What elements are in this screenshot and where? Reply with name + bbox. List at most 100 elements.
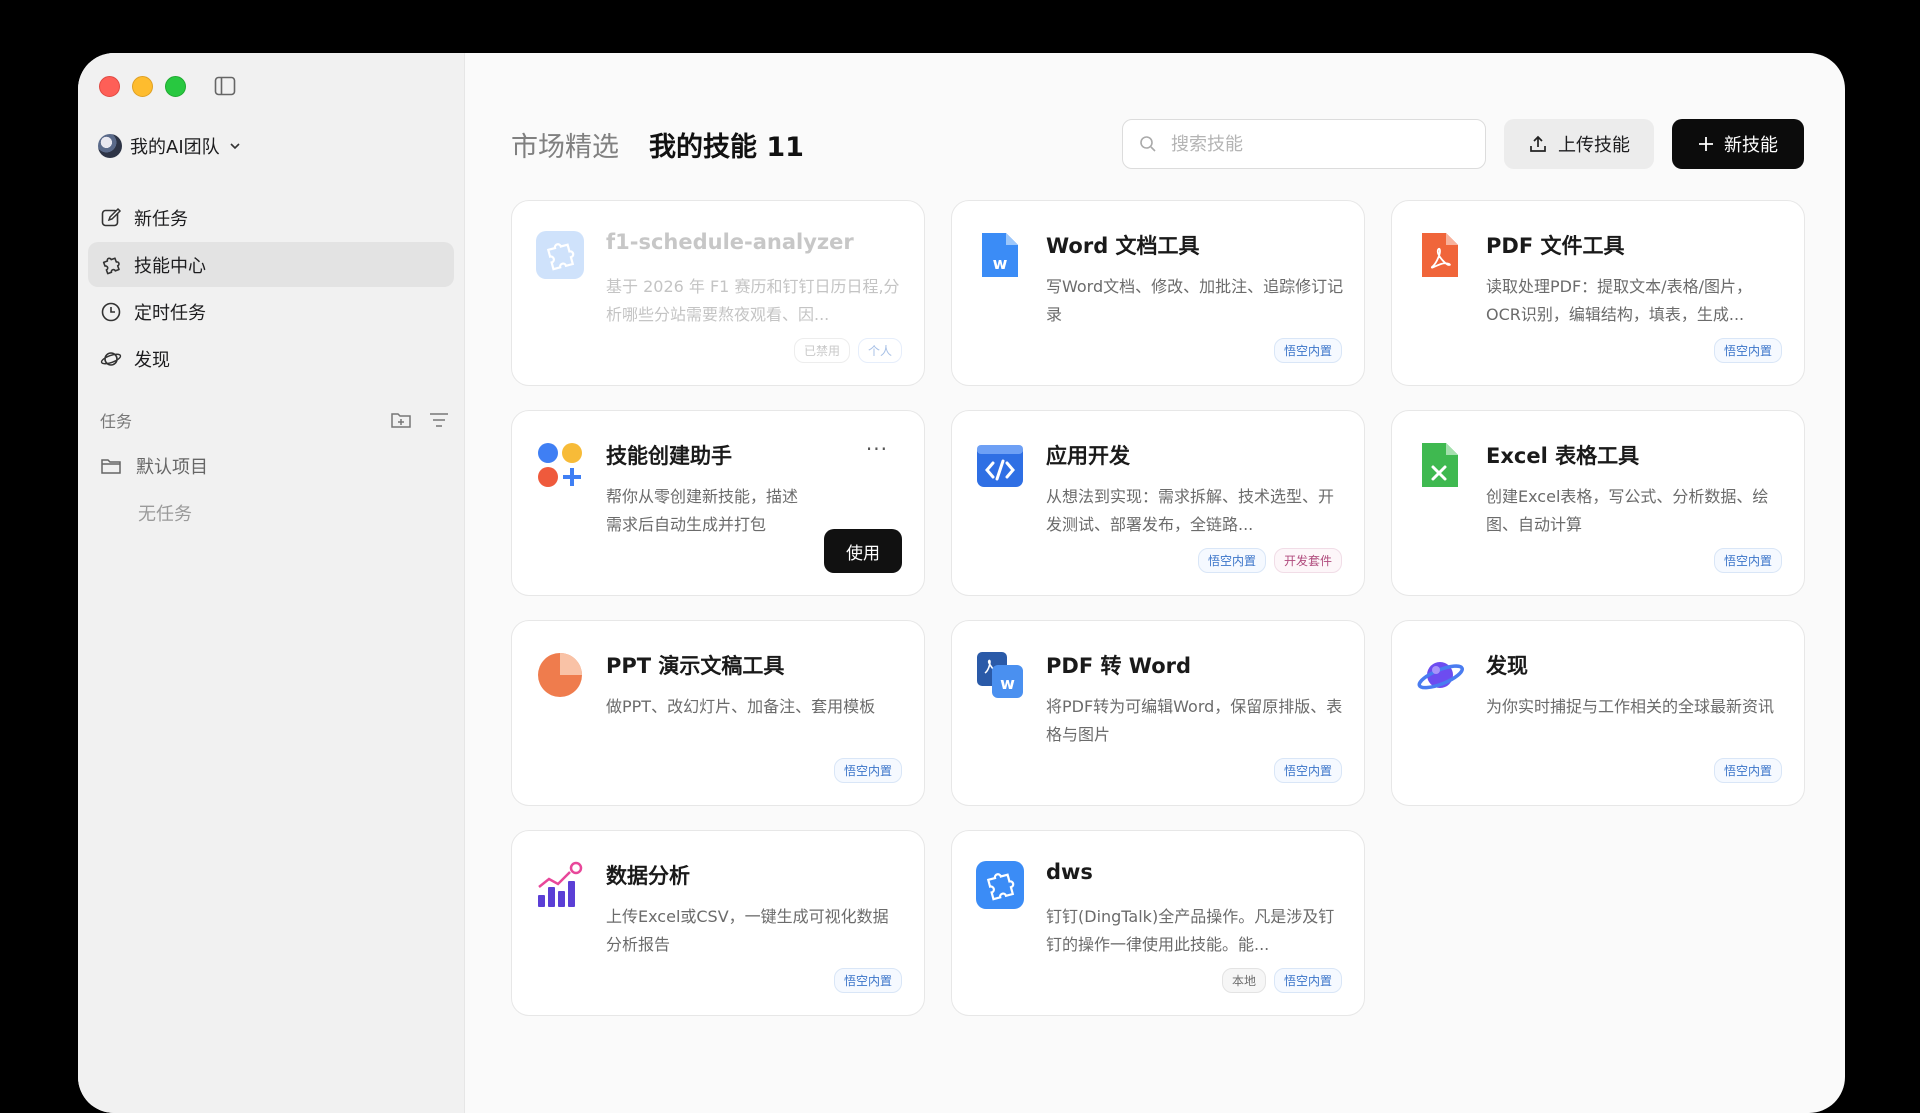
tasks-section-header: 任务 bbox=[100, 408, 450, 432]
skill-card-app-dev[interactable]: 应用开发 从想法到实现：需求拆解、技术选型、开发测试、部署发布，全链路... 悟… bbox=[951, 410, 1365, 596]
team-name: 我的AI团队 bbox=[130, 137, 220, 158]
planet-icon bbox=[100, 351, 122, 366]
search-input[interactable] bbox=[1169, 132, 1453, 156]
plus-icon bbox=[1699, 137, 1713, 151]
puzzle-icon bbox=[102, 256, 120, 274]
skill-tags: 悟空内置 bbox=[833, 758, 902, 783]
skill-title: PDF 转 Word bbox=[1046, 654, 1192, 678]
sidebar-toggle-icon[interactable] bbox=[214, 76, 236, 100]
skill-tags: 已禁用 个人 bbox=[793, 338, 902, 363]
sidebar-item-skill-center[interactable]: 技能中心 bbox=[88, 242, 454, 287]
puzzle-icon bbox=[536, 231, 584, 279]
puzzle-icon bbox=[976, 861, 1024, 909]
empty-tasks-text: 无任务 bbox=[138, 504, 192, 525]
skill-tags: 悟空内置 开发套件 bbox=[1197, 548, 1342, 573]
sidebar-item-label: 定时任务 bbox=[134, 302, 206, 324]
skill-tags: 本地 悟空内置 bbox=[1221, 968, 1342, 993]
skill-card-ppt[interactable]: PPT 演示文稿工具 做PPT、改幻灯片、加备注、套用模板 悟空内置 bbox=[511, 620, 925, 806]
tab-my-skills[interactable]: 我的技能 11 bbox=[649, 125, 804, 164]
skill-card-f1-schedule-analyzer[interactable]: f1-schedule-analyzer 基于 2026 年 F1 赛历和钉钉日… bbox=[511, 200, 925, 386]
skill-card-excel[interactable]: Excel 表格工具 创建Excel表格，写公式、分析数据、绘图、自动计算 悟空… bbox=[1391, 410, 1805, 596]
more-options-icon[interactable]: ··· bbox=[866, 437, 888, 461]
maximize-window-button[interactable] bbox=[165, 76, 186, 97]
minimize-window-button[interactable] bbox=[132, 76, 153, 97]
builtin-badge: 悟空内置 bbox=[1713, 548, 1782, 573]
svg-text:w: w bbox=[993, 254, 1008, 273]
sidebar-item-discover[interactable]: 发现 bbox=[88, 336, 454, 381]
skill-description: 从想法到实现：需求拆解、技术选型、开发测试、部署发布，全链路... bbox=[1046, 487, 1335, 534]
sidebar-item-new-task[interactable]: 新任务 bbox=[88, 195, 454, 240]
skill-description: 创建Excel表格，写公式、分析数据、绘图、自动计算 bbox=[1486, 487, 1769, 534]
close-window-button[interactable] bbox=[99, 76, 120, 97]
local-badge: 本地 bbox=[1221, 968, 1266, 993]
skill-card-discover[interactable]: 发现 为你实时捕捉与工作相关的全球最新资讯 悟空内置 bbox=[1391, 620, 1805, 806]
skill-card-data-analysis[interactable]: 数据分析 上传Excel或CSV，一键生成可视化数据分析报告 悟空内置 bbox=[511, 830, 925, 1016]
skill-title: 应用开发 bbox=[1046, 444, 1130, 468]
search-icon bbox=[1140, 136, 1156, 152]
builtin-badge: 悟空内置 bbox=[1273, 338, 1342, 363]
upload-skill-button[interactable]: 上传技能 bbox=[1504, 119, 1654, 169]
use-button[interactable]: 使用 bbox=[824, 529, 902, 573]
builtin-badge: 悟空内置 bbox=[1273, 758, 1342, 783]
skill-description: 基于 2026 年 F1 赛历和钉钉日历日程,分析哪些分站需要熬夜观看、因... bbox=[606, 277, 900, 324]
team-selector[interactable]: 我的AI团队 bbox=[98, 133, 242, 159]
word-doc-icon: w bbox=[982, 233, 1018, 277]
avatar bbox=[98, 134, 122, 158]
builtin-badge: 悟空内置 bbox=[1713, 338, 1782, 363]
skill-description: 读取处理PDF：提取文本/表格/图片，OCR识别，编辑结构，填表，生成... bbox=[1486, 277, 1752, 324]
search-box[interactable] bbox=[1122, 119, 1486, 169]
tabs: 市场精选 我的技能 11 bbox=[511, 125, 804, 164]
skill-card-skill-creator[interactable]: 技能创建助手 ··· 帮你从零创建新技能，描述需求后自动生成并打包 使用 bbox=[511, 410, 925, 596]
status-badge: 已禁用 bbox=[793, 338, 850, 363]
sidebar: 我的AI团队 新任务 技能中心 定时任务 发现 任务 默认项目 无任务 bbox=[78, 53, 465, 1113]
skill-title: f1-schedule-analyzer bbox=[606, 230, 854, 254]
new-folder-icon[interactable] bbox=[390, 410, 412, 430]
builtin-badge: 悟空内置 bbox=[833, 968, 902, 993]
sidebar-item-label: 新任务 bbox=[134, 208, 188, 230]
tab-market[interactable]: 市场精选 bbox=[511, 125, 619, 164]
skill-creator-icon bbox=[538, 443, 582, 487]
skill-title: Excel 表格工具 bbox=[1486, 444, 1640, 468]
skill-title: 发现 bbox=[1486, 654, 1528, 678]
skill-card-pdf-to-word[interactable]: w PDF 转 Word 将PDF转为可编辑Word，保留原排版、表格与图片 悟… bbox=[951, 620, 1365, 806]
builtin-badge: 悟空内置 bbox=[1713, 758, 1782, 783]
skill-description: 为你实时捕捉与工作相关的全球最新资讯 bbox=[1486, 697, 1775, 716]
skill-card-word[interactable]: w Word 文档工具 写Word文档、修改、加批注、追踪修订记录 悟空内置 bbox=[951, 200, 1365, 386]
type-badge: 个人 bbox=[857, 338, 902, 363]
clock-icon bbox=[101, 302, 121, 321]
chevron-down-icon bbox=[230, 143, 240, 150]
sidebar-nav: 新任务 技能中心 定时任务 发现 bbox=[88, 195, 454, 383]
project-item[interactable]: 默认项目 bbox=[100, 453, 208, 479]
skill-tags: 悟空内置 bbox=[1713, 548, 1782, 573]
pdf-to-word-icon: w bbox=[977, 652, 1023, 698]
skill-description: 将PDF转为可编辑Word，保留原排版、表格与图片 bbox=[1046, 697, 1343, 744]
ppt-pie-icon bbox=[538, 653, 582, 697]
sidebar-item-label: 发现 bbox=[134, 349, 170, 371]
skill-description: 做PPT、改幻灯片、加备注、套用模板 bbox=[606, 697, 876, 716]
skill-card-pdf[interactable]: PDF 文件工具 读取处理PDF：提取文本/表格/图片，OCR识别，编辑结构，填… bbox=[1391, 200, 1805, 386]
sidebar-item-scheduled-tasks[interactable]: 定时任务 bbox=[88, 289, 454, 334]
builtin-badge: 悟空内置 bbox=[1197, 548, 1266, 573]
new-label: 新技能 bbox=[1724, 135, 1778, 156]
folder-icon bbox=[101, 459, 121, 474]
code-window-icon bbox=[977, 445, 1023, 487]
skill-title: PDF 文件工具 bbox=[1486, 234, 1625, 258]
upload-label: 上传技能 bbox=[1558, 135, 1630, 156]
skill-tags: 悟空内置 bbox=[1273, 338, 1342, 363]
bar-chart-icon bbox=[538, 861, 583, 907]
edit-icon bbox=[101, 207, 122, 226]
builtin-badge: 悟空内置 bbox=[833, 758, 902, 783]
new-skill-button[interactable]: 新技能 bbox=[1672, 119, 1804, 169]
project-name: 默认项目 bbox=[136, 457, 208, 478]
skill-description: 帮你从零创建新技能，描述需求后自动生成并打包 bbox=[606, 487, 799, 534]
skill-tags: 悟空内置 bbox=[1713, 758, 1782, 783]
skill-title: PPT 演示文稿工具 bbox=[606, 654, 785, 678]
app-window: 我的AI团队 新任务 技能中心 定时任务 发现 任务 默认项目 无任务 市场精选… bbox=[78, 53, 1845, 1113]
sidebar-item-label: 技能中心 bbox=[134, 255, 206, 277]
svg-text:w: w bbox=[1000, 674, 1015, 693]
planet-icon bbox=[1417, 662, 1464, 690]
upload-icon bbox=[1530, 135, 1546, 152]
filter-icon[interactable] bbox=[428, 410, 450, 430]
main-content: 市场精选 我的技能 11 上传技能 新技能 f1-schedule-analyz… bbox=[464, 53, 1845, 1113]
skill-card-dws[interactable]: dws 钉钉(DingTalk)全产品操作。凡是涉及钉钉的操作一律使用此技能。能… bbox=[951, 830, 1365, 1016]
